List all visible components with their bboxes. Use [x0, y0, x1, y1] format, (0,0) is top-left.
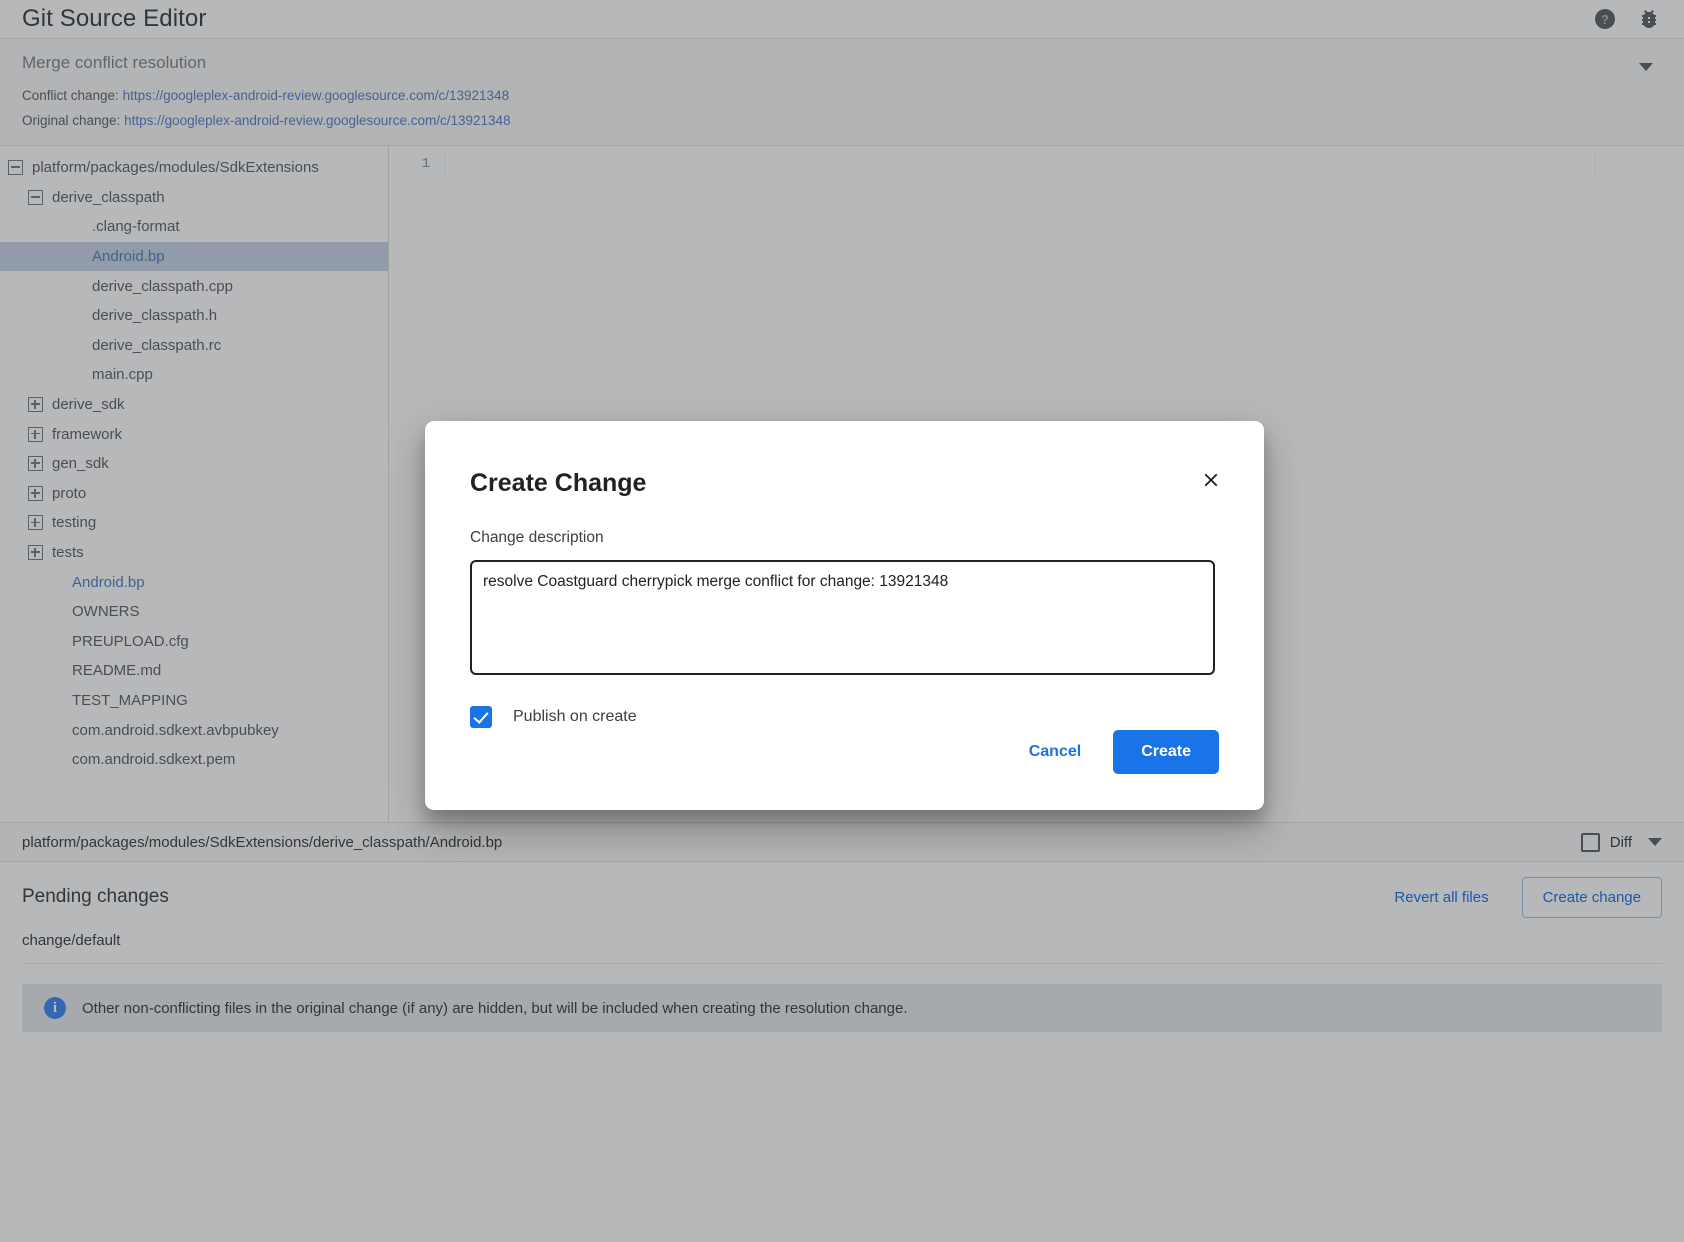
- change-description-input[interactable]: [470, 560, 1215, 675]
- dialog-footer: Cancel Create: [1015, 730, 1219, 774]
- create-change-dialog: Create Change Change description Publish…: [425, 421, 1264, 810]
- publish-on-create-toggle[interactable]: Publish on create: [470, 706, 637, 728]
- cancel-button[interactable]: Cancel: [1015, 733, 1095, 771]
- create-button[interactable]: Create: [1113, 730, 1219, 774]
- close-x-icon[interactable]: [1196, 465, 1226, 495]
- change-description-label: Change description: [470, 529, 1219, 547]
- publish-on-create-checkbox[interactable]: [470, 706, 492, 728]
- publish-on-create-label: Publish on create: [513, 708, 637, 726]
- dialog-title: Create Change: [470, 421, 1219, 498]
